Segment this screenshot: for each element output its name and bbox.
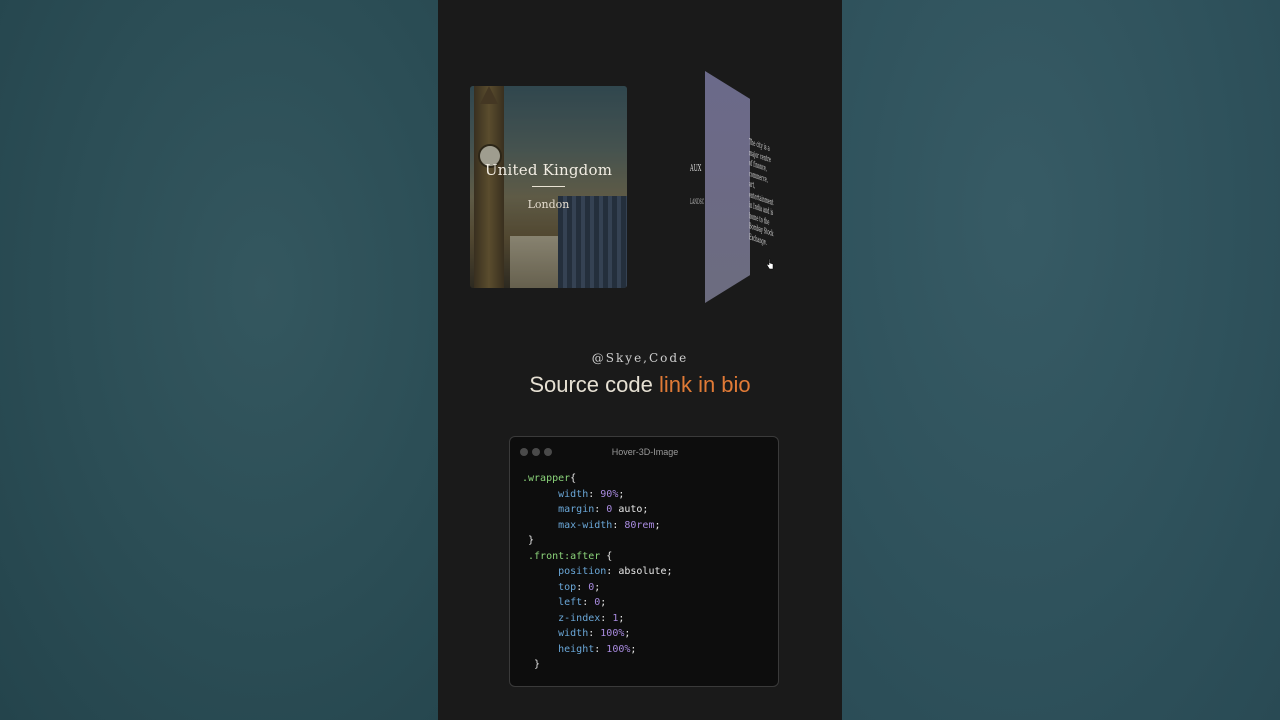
code-line: left: 0; <box>522 595 673 611</box>
background-right <box>842 0 1280 720</box>
code-line: height: 100%; <box>522 642 673 658</box>
code-token: left <box>522 597 583 608</box>
code-token: } <box>522 535 535 546</box>
code-token: ; <box>624 628 631 639</box>
code-line: .wrapper{ <box>522 471 673 487</box>
code-line: position: absolute; <box>522 564 673 580</box>
code-token: ; <box>618 612 625 624</box>
code-token: 100% <box>606 643 631 655</box>
code-token: ; <box>594 581 601 593</box>
code-token: 80rem <box>624 519 655 531</box>
code-line: margin: 0 auto; <box>522 502 673 518</box>
code-line: } <box>522 533 673 549</box>
code-token: top <box>522 581 577 593</box>
code-line: top: 0; <box>522 580 673 596</box>
headline: Source code link in bio <box>438 372 842 398</box>
code-token: z-index <box>522 612 601 624</box>
code-token: width <box>522 488 589 500</box>
code-token: margin <box>522 504 595 515</box>
code-token: auto; <box>612 504 649 515</box>
code-token: max-width <box>522 519 613 531</box>
code-token: .front:after <box>522 550 601 562</box>
back-card-paragraph: The city is a major centre of finance, c… <box>749 137 774 247</box>
hand-cursor-icon <box>766 258 774 270</box>
code-token: ; <box>630 643 637 655</box>
code-block: .wrapper{ width: 90%; margin: 0 auto; ma… <box>522 471 673 673</box>
code-token: ; <box>618 488 625 500</box>
code-line: max-width: 80rem; <box>522 518 673 534</box>
code-token: } <box>522 659 541 670</box>
code-token: position <box>522 566 607 577</box>
code-token: 100% <box>600 628 625 639</box>
back-card-subheading: LANDSC <box>690 198 705 206</box>
code-token: : <box>600 612 613 624</box>
card-divider <box>532 186 565 187</box>
code-line: z-index: 1; <box>522 611 673 627</box>
code-token: : <box>594 504 607 515</box>
code-window-title: Hover-3D-Image <box>611 447 679 457</box>
code-token: : <box>594 643 607 655</box>
code-line: } <box>522 657 673 673</box>
background-left <box>0 0 438 720</box>
author-handle: @Skye,Code <box>591 351 689 365</box>
code-line: width: 100%; <box>522 626 673 642</box>
code-window: Hover-3D-Image .wrapper{ width: 90%; mar… <box>509 436 779 687</box>
code-token: width <box>522 628 589 639</box>
code-token: : absolute; <box>606 566 673 577</box>
code-token: : <box>582 597 595 608</box>
code-line: width: 90%; <box>522 487 673 503</box>
code-token: : <box>588 488 601 500</box>
code-token: .wrapper <box>522 473 571 484</box>
code-token: ; <box>654 519 661 531</box>
code-token: : <box>576 581 589 593</box>
code-token: : <box>612 519 625 531</box>
card-subtitle: London <box>527 198 570 211</box>
rotated-card[interactable] <box>705 71 750 303</box>
back-card-heading: AUX <box>690 164 702 174</box>
code-token: ; <box>600 597 607 608</box>
code-line: .front:after { <box>522 549 673 565</box>
card-title: United Kingdom <box>484 161 613 179</box>
headline-accent: link in bio <box>658 372 751 397</box>
code-token: : <box>588 628 601 639</box>
code-token: { <box>570 473 577 484</box>
front-card[interactable]: United Kingdom London <box>470 86 627 288</box>
code-token: { <box>600 550 613 562</box>
video-stage: United Kingdom London AUX LANDSC The cit… <box>438 0 842 720</box>
code-token: 90% <box>600 488 619 500</box>
code-token: height <box>522 643 595 655</box>
headline-lead: Source code <box>529 372 659 397</box>
